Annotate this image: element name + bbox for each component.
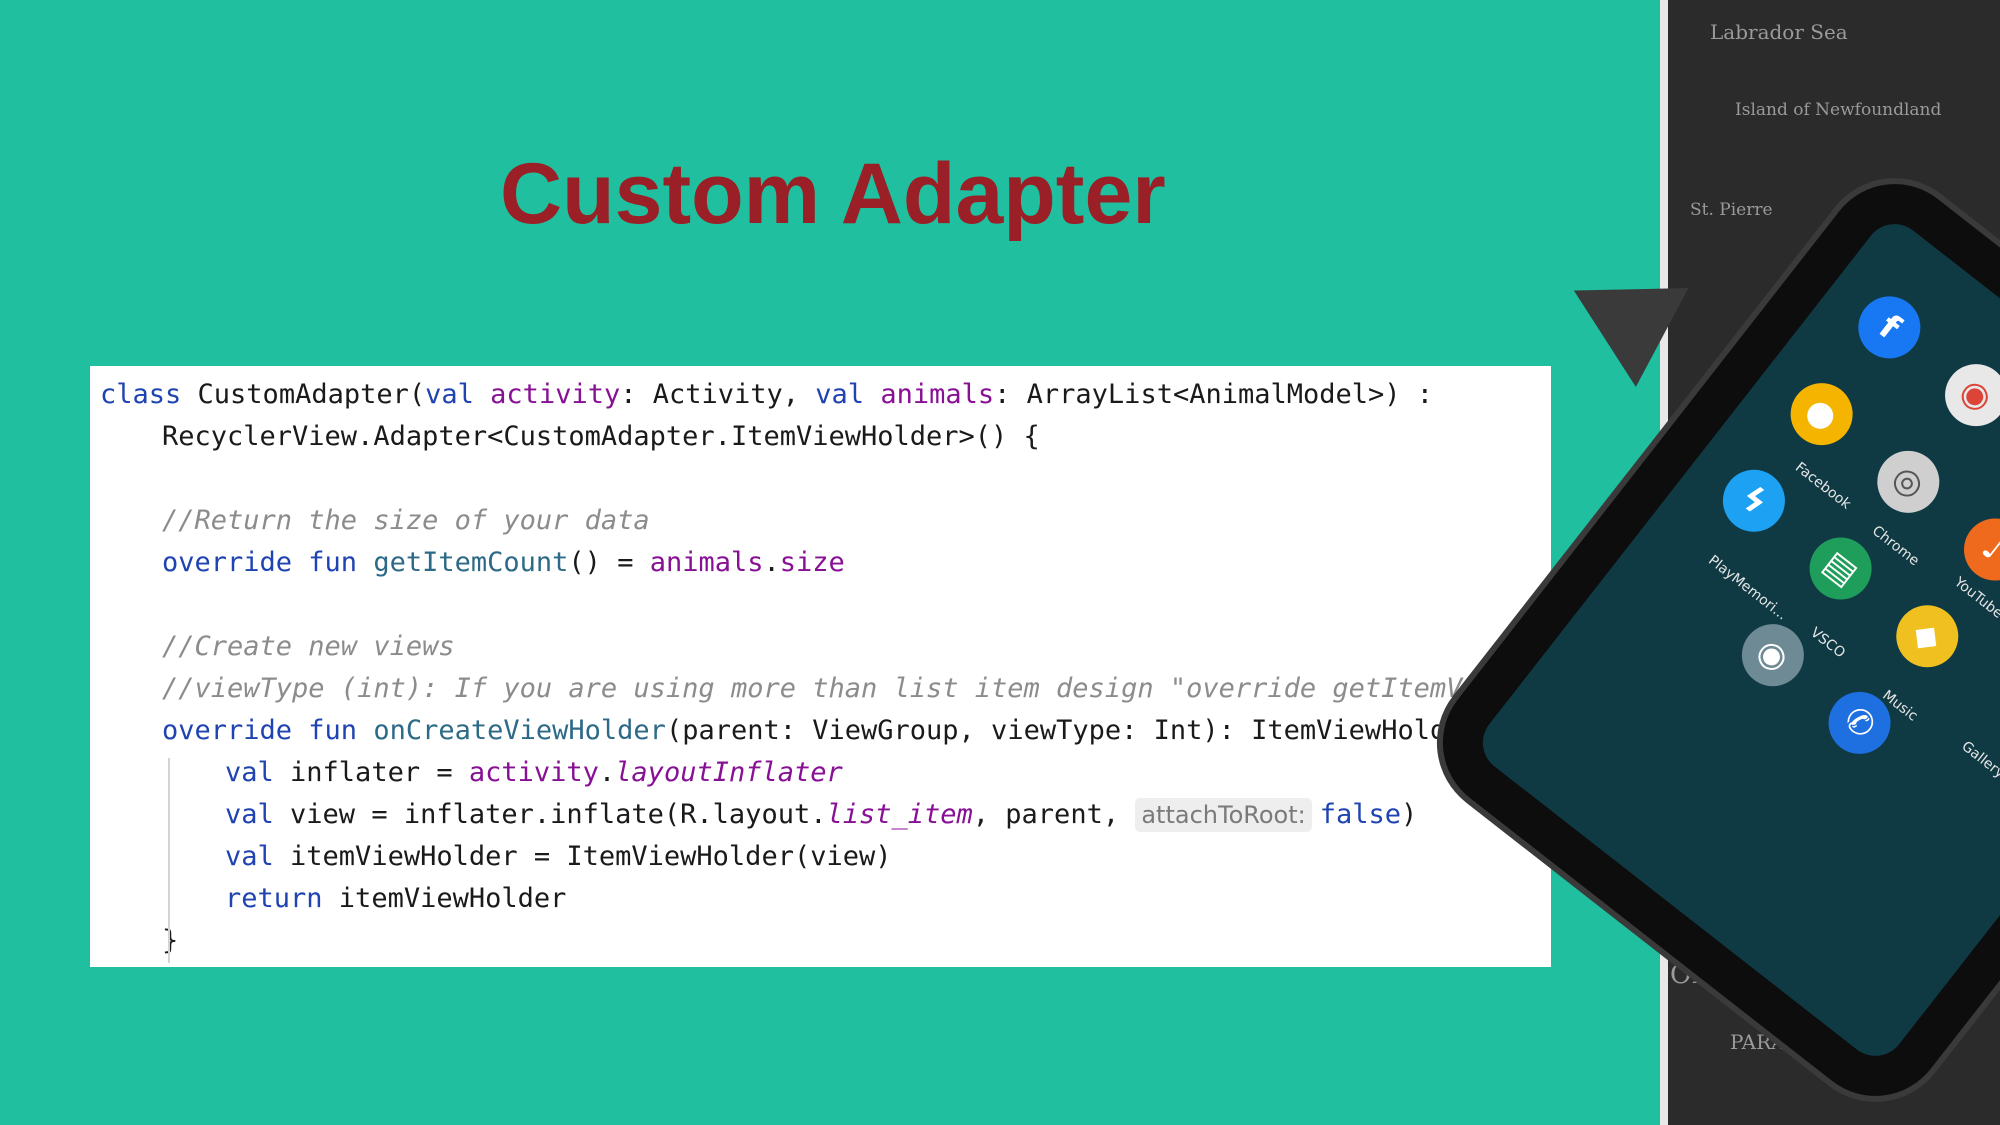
sheets-icon: ▤ — [1797, 524, 1885, 613]
code-token: list_item — [826, 799, 973, 830]
code-token: inflater = — [273, 757, 469, 788]
code-token: , parent, — [972, 799, 1136, 830]
code-token: . — [598, 757, 616, 788]
code-token: : ArrayList<AnimalModel>) : — [994, 379, 1434, 410]
map-label: Island of Newfoundland — [1735, 100, 1942, 120]
code-line-9: val view = inflater.inflate(R.layout.lis… — [225, 794, 1417, 836]
code-token: ) — [1401, 799, 1418, 830]
code-token: itemViewHolder — [322, 883, 567, 914]
code-token: val — [225, 799, 274, 830]
slide-title: Custom Adapter — [500, 146, 1166, 242]
code-token: override fun — [162, 547, 358, 578]
playmemories-icon: ● — [1778, 370, 1866, 458]
code-token: activity — [468, 757, 599, 788]
chrome-icon: ◉ — [1932, 351, 2000, 439]
code-comment-line: //viewType (int): If you are using more … — [162, 673, 1593, 704]
code-line-7: override fun onCreateViewHolder(parent: … — [162, 710, 1511, 752]
code-token: val — [815, 379, 865, 410]
code-comment-line: //Return the size of your data — [162, 505, 650, 536]
code-token: layoutInflater — [615, 757, 843, 788]
code-token: (parent: ViewGroup, viewType: Int): Item… — [665, 715, 1512, 746]
code-token: getItemCount — [373, 547, 569, 578]
code-token: . — [763, 547, 780, 578]
code-token: val — [225, 757, 274, 788]
code-token: view = inflater.inflate(R.layout. — [273, 799, 827, 830]
vsco-icon: ◎ — [1864, 438, 1952, 526]
code-token: activity — [490, 379, 621, 410]
code-snippet-panel: class CustomAdapter(val activity: Activi… — [90, 366, 1592, 967]
code-token: animals — [880, 379, 995, 410]
code-token: class — [100, 379, 182, 410]
code-token: override fun — [162, 715, 358, 746]
code-line-10: val itemViewHolder = ItemViewHolder(view… — [225, 836, 892, 878]
facebook-icon: f — [1845, 283, 1933, 371]
code-token: itemViewHolder = ItemViewHolder(view) — [273, 841, 892, 872]
code-token: onCreateViewHolder — [373, 715, 666, 746]
messenger-icon: ϟ — [1710, 457, 1798, 545]
parameter-hint: attachToRoot: — [1135, 798, 1312, 832]
map-label: Labrador Sea — [1710, 20, 1848, 44]
code-line-11: return itemViewHolder — [225, 878, 566, 920]
code-line-1: class CustomAdapter(val activity: Activi… — [100, 374, 1433, 416]
code-line-8: val inflater = activity.layoutInflater — [225, 752, 843, 794]
indent-guide — [168, 758, 170, 963]
code-token: size — [779, 547, 845, 578]
code-comment-line: //Create new views — [162, 631, 455, 662]
code-token: animals — [649, 547, 764, 578]
camera-icon: ◉ — [1729, 611, 1817, 699]
code-line-12: } — [162, 925, 179, 956]
code-token: : Activity, — [620, 379, 816, 410]
code-token: val — [225, 841, 274, 872]
code-line-2: RecyclerView.Adapter<CustomAdapter.ItemV… — [162, 421, 1040, 452]
map-label: St. Pierre — [1690, 200, 1773, 220]
code-token: () = — [568, 547, 650, 578]
code-token: CustomAdapter( — [181, 379, 426, 410]
code-token: false — [1319, 799, 1401, 830]
code-token: val — [425, 379, 474, 410]
gallery-icon: ◆ — [1883, 592, 1971, 680]
code-line-4: override fun getItemCount() = animals.si… — [162, 542, 845, 584]
code-token: return — [225, 883, 323, 914]
